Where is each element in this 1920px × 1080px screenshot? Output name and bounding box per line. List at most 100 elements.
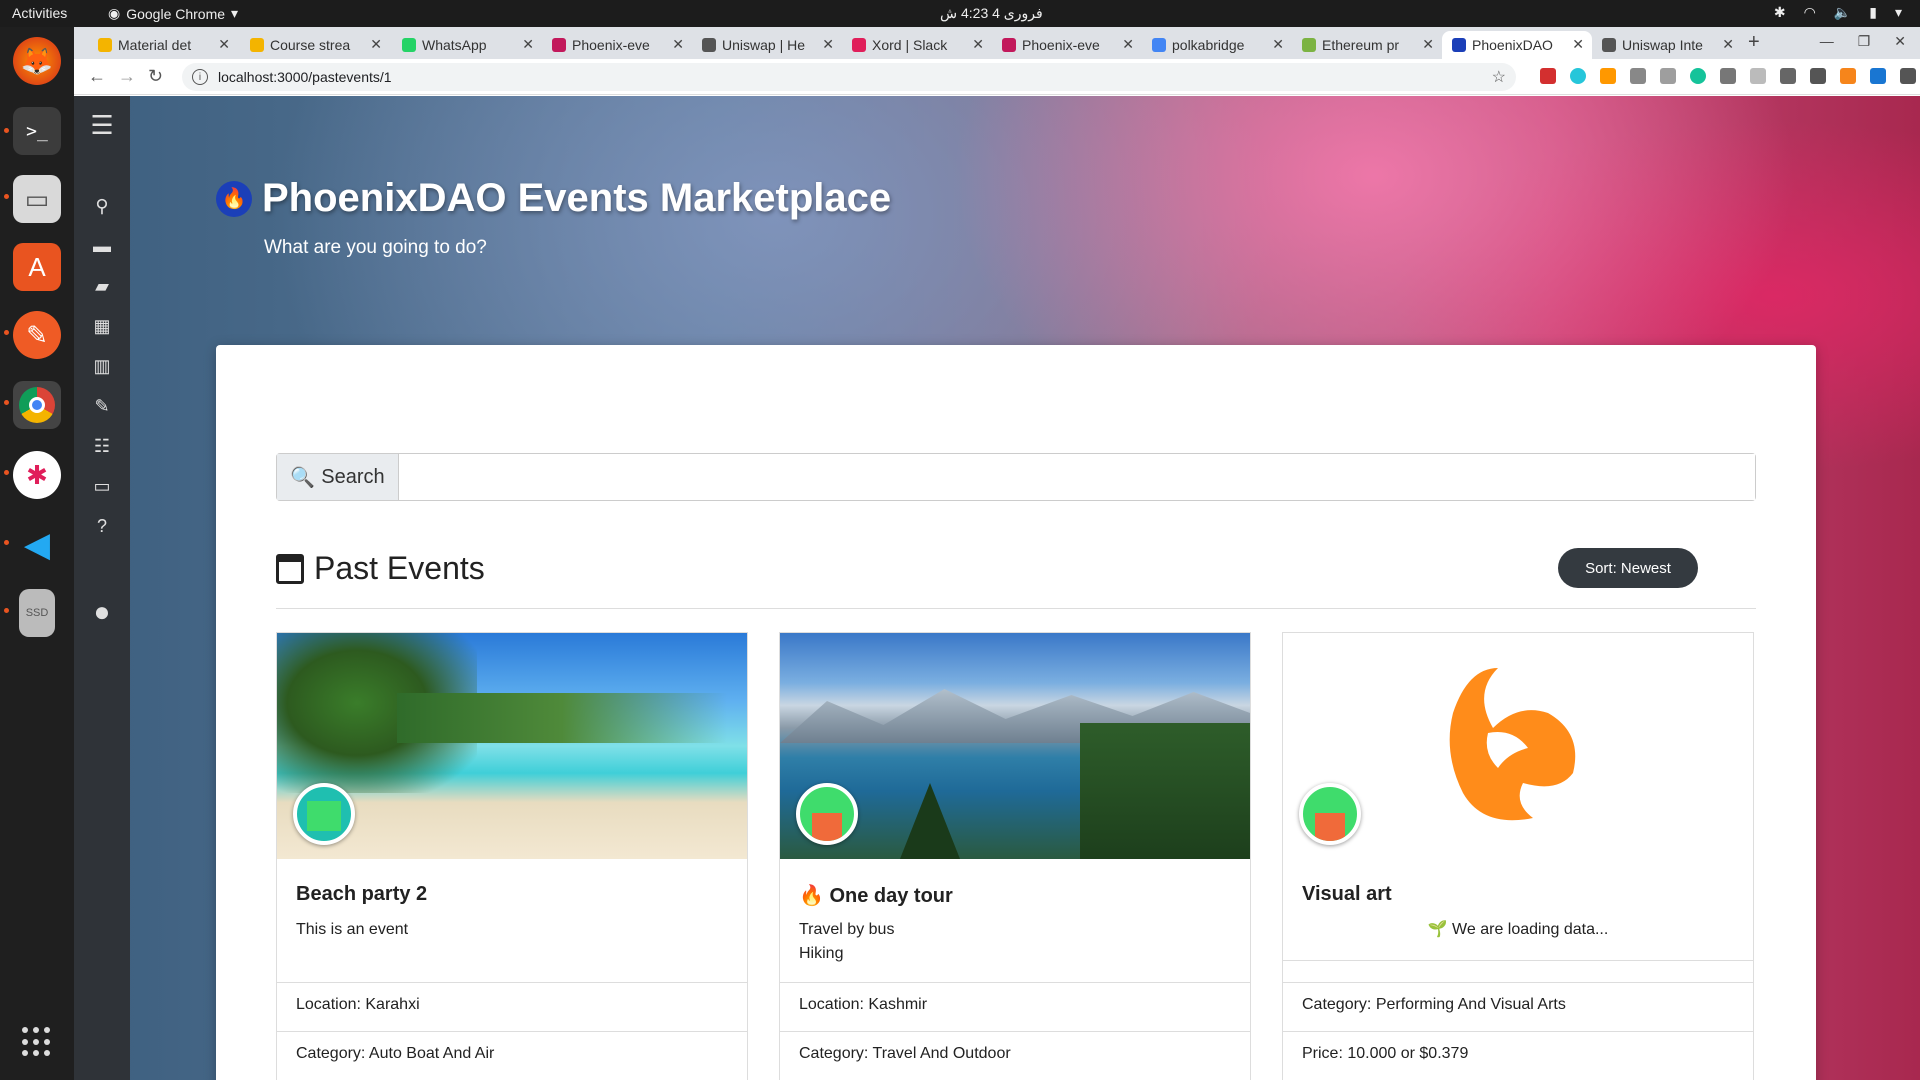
event-title[interactable]: 🔥 One day tour [799, 883, 953, 908]
wifi-icon[interactable]: ◠ [1804, 4, 1816, 21]
tab-1[interactable]: Course strea ✕ [240, 31, 390, 59]
ubuntu-dock: 🦊 >_ ▭ A ✎ ✱ ◀ SSD [0, 27, 74, 1080]
tab-label: Phoenix-eve [572, 37, 650, 53]
tab-favicon-icon [1302, 38, 1316, 52]
archive-icon[interactable]: ▬ [74, 236, 130, 257]
close-icon[interactable]: ✕ [1272, 36, 1284, 53]
metamask-icon[interactable] [1840, 68, 1856, 84]
show-applications-icon[interactable] [22, 1027, 52, 1057]
calendar-icon[interactable]: ▦ [74, 316, 130, 337]
close-icon[interactable]: ✕ [972, 36, 984, 53]
terminal-icon[interactable]: >_ [13, 107, 61, 155]
bug-icon[interactable] [1810, 68, 1826, 84]
running-indicator [4, 470, 9, 475]
minimize-icon[interactable]: — [1820, 33, 1834, 50]
app-menu[interactable]: ◉ Google Chrome ▾ [108, 5, 238, 22]
close-icon[interactable]: ✕ [370, 36, 382, 53]
help-icon[interactable]: ? [74, 516, 130, 537]
close-icon[interactable]: ✕ [822, 36, 834, 53]
url-text[interactable]: localhost:3000/pastevents/1 [218, 69, 392, 85]
close-icon[interactable]: ✕ [1422, 36, 1434, 53]
tab-favicon-icon [702, 38, 716, 52]
divider [276, 608, 1756, 609]
vscode-icon[interactable]: ◀ [13, 521, 61, 569]
page-title: PhoenixDAO Events Marketplace [262, 176, 892, 220]
software-center-icon[interactable]: A [13, 243, 61, 291]
event-card[interactable]: 🔥 One day tour Travel by bus Hiking Loca… [779, 632, 1251, 1080]
extension-icon[interactable] [1540, 68, 1556, 84]
json-extension-icon[interactable] [1870, 68, 1886, 84]
camera-extension-icon[interactable] [1720, 68, 1736, 84]
tab-label: Material det [118, 37, 192, 53]
comment-icon[interactable]: ▰ [74, 276, 130, 297]
new-tab-button[interactable]: + [1748, 31, 1760, 54]
bookmark-star-icon[interactable]: ☆ [1492, 67, 1506, 87]
power-menu-icon[interactable]: ▾ [1895, 4, 1902, 21]
system-clock[interactable]: فروری 4 4:23 ش [940, 5, 1043, 22]
loading-message: 🌱 We are loading data... [1427, 921, 1609, 938]
organizer-avatar[interactable] [796, 783, 858, 845]
event-card[interactable]: Visual art 🌱 We are loading data... Cate… [1282, 632, 1754, 1080]
event-title[interactable]: Visual art [1302, 883, 1392, 906]
back-arrow-icon[interactable]: ← [88, 66, 106, 87]
close-icon[interactable]: ✕ [522, 36, 534, 53]
tab-7[interactable]: polkabridge ✕ [1142, 31, 1292, 59]
activities-button[interactable]: Activities [12, 5, 67, 21]
tab-label: Uniswap | He [722, 37, 806, 53]
maximize-icon[interactable]: ❐ [1858, 33, 1871, 50]
reload-icon[interactable]: ↻ [148, 66, 163, 87]
tab-4[interactable]: Uniswap | He ✕ [692, 31, 842, 59]
tab-5[interactable]: Xord | Slack ✕ [842, 31, 992, 59]
battery-icon[interactable]: ▮ [1869, 4, 1877, 21]
event-card[interactable]: Beach party 2 This is an event Location:… [276, 632, 748, 1080]
tab-3[interactable]: Phoenix-eve ✕ [542, 31, 692, 59]
close-icon[interactable]: ✕ [218, 36, 230, 53]
extension-icon[interactable] [1600, 68, 1616, 84]
search-input[interactable] [399, 454, 1755, 500]
close-window-icon[interactable]: ✕ [1894, 33, 1906, 50]
sort-button[interactable]: Sort: Newest [1558, 548, 1698, 588]
volume-icon[interactable]: 🔈 [1834, 4, 1851, 21]
tab-6[interactable]: Phoenix-eve ✕ [992, 31, 1142, 59]
event-title[interactable]: Beach party 2 [296, 883, 427, 906]
tab-2[interactable]: WhatsApp ✕ [392, 31, 542, 59]
extension-icon[interactable] [1660, 68, 1676, 84]
grammarly-icon[interactable] [1690, 68, 1706, 84]
system-tray[interactable]: ✱ ◠ 🔈 ▮ ▾ [1774, 4, 1902, 21]
close-icon[interactable]: ✕ [1572, 36, 1584, 53]
organizer-avatar[interactable] [293, 783, 355, 845]
list-icon[interactable]: ☷ [74, 436, 130, 457]
slack-tray-icon[interactable]: ✱ [1774, 4, 1786, 21]
tab-favicon-icon [552, 38, 566, 52]
running-indicator [4, 540, 9, 545]
address-bar[interactable]: i localhost:3000/pastevents/1 ☆ [182, 63, 1516, 91]
hamburger-menu-icon[interactable]: ☰ [74, 110, 130, 141]
chart-icon[interactable]: ▥ [74, 356, 130, 377]
tab-9-active[interactable]: PhoenixDAO ✕ [1442, 31, 1592, 59]
tab-8[interactable]: Ethereum pr ✕ [1292, 31, 1442, 59]
extension-icon[interactable] [1570, 68, 1586, 84]
postman-icon[interactable]: ✎ [13, 311, 61, 359]
edit-icon[interactable]: ✎ [74, 396, 130, 417]
close-icon[interactable]: ✕ [1722, 36, 1734, 53]
ticket-icon[interactable]: ▭ [74, 476, 130, 497]
ssd-drive-icon[interactable]: SSD [19, 589, 55, 637]
site-info-icon[interactable]: i [192, 69, 208, 85]
github-icon[interactable]: ● [74, 596, 130, 628]
chrome-dock-icon[interactable] [13, 381, 61, 429]
files-icon[interactable]: ▭ [13, 175, 61, 223]
extension-icon[interactable] [1630, 68, 1646, 84]
running-indicator [4, 194, 9, 199]
puzzle-icon[interactable] [1900, 68, 1916, 84]
slack-icon[interactable]: ✱ [13, 451, 61, 499]
extension-icon[interactable] [1780, 68, 1796, 84]
shield-icon[interactable] [1750, 68, 1766, 84]
tab-0[interactable]: Material det ✕ [88, 31, 238, 59]
close-icon[interactable]: ✕ [672, 36, 684, 53]
forward-arrow-icon[interactable]: → [118, 66, 136, 87]
organizer-avatar[interactable] [1299, 783, 1361, 845]
close-icon[interactable]: ✕ [1122, 36, 1134, 53]
search-icon[interactable]: ⚲ [74, 196, 130, 217]
firefox-icon[interactable]: 🦊 [13, 37, 61, 85]
tab-10[interactable]: Uniswap Inte ✕ [1592, 31, 1742, 59]
